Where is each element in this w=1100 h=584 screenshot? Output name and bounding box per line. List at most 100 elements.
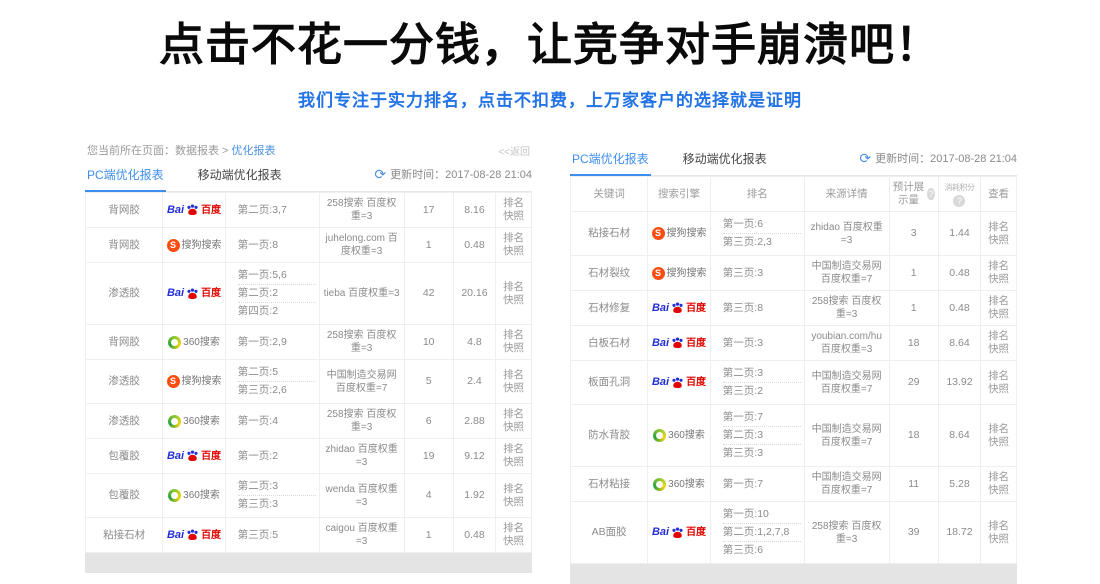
points-cell: 1.44 [939,212,981,255]
rank-cell: 第一页:7第二页:3第三页:3 [711,405,805,466]
points-cell: 0.48 [939,291,981,325]
sogou-logo: S搜狗搜索 [652,227,707,240]
keyword-cell: 石材粘接 [570,467,648,501]
sogou-logo-text: 搜狗搜索 [667,267,707,280]
view-cell: 排名快照 [496,263,532,324]
table-row: 渗透胶S搜狗搜索第二页:5第三页:2,6中国制造交易网 百度权重=752.4排名… [85,360,532,404]
rank-snapshot-link[interactable]: 排名快照 [984,330,1013,356]
rank-line: 第三页:8 [723,300,801,317]
keyword-cell: 渗透胶 [85,360,163,403]
source-cell: 258搜索 百度权重=3 [320,325,405,359]
col-source: 来源详情 [805,177,890,211]
table-row: 板面孔洞Bai百度第二页:3第三页:2中国制造交易网 百度权重=72913.92… [570,361,1017,405]
table-row: 粘接石材S搜狗搜索第一页:6第三页:2,3zhidao 百度权重=331.44排… [570,212,1017,256]
rank-snapshot-link[interactable]: 排名快照 [499,443,528,469]
keyword-cell: 粘接石材 [570,212,648,255]
baidu-paw-icon [186,204,199,216]
rank-snapshot-link[interactable]: 排名快照 [984,260,1013,286]
baidu-logo-cn: 百度 [686,376,706,389]
table-row: 石材裂纹S搜狗搜索第三页:3中国制造交易网 百度权重=710.48排名快照 [570,256,1017,291]
points-cell: 1.92 [454,474,496,517]
rank-snapshot-link[interactable]: 排名快照 [984,370,1013,396]
rank-cell: 第一页:5,6第二页:2第四页:2 [226,263,320,324]
rank-line: 第二页:3 [238,478,316,495]
pc-report-panel: 您当前所在页面：数据报表 > 优化报表 <<返回 PC端优化报表 移动端优化报表… [85,141,532,573]
rank-line: 第一页:7 [723,409,801,426]
baidu-paw-icon [671,337,684,349]
baidu-logo: Bai 百度 [652,376,706,389]
rank-snapshot-link[interactable]: 排名快照 [499,329,528,355]
source-cell: juhelong.com 百度权重=3 [320,228,405,262]
table-row: 包覆胶360搜索第二页:3第三页:3wenda 百度权重=341.92排名快照 [85,474,532,518]
update-time-2: ⟳ 更新时间：2017-08-28 21:04 [859,148,1017,166]
help-icon[interactable]: ? [953,195,965,207]
rank-snapshot-link[interactable]: 排名快照 [499,281,528,307]
rank-line: 第三页:3 [723,265,801,282]
help-icon[interactable]: ? [927,188,934,200]
table-row: 石材修复Bai百度第三页:8258搜索 百度权重=310.48排名快照 [570,291,1017,326]
col-keyword: 关键词 [570,177,648,211]
update-time: ⟳ 更新时间：2017-08-28 21:04 [374,164,532,182]
tab-pc-report[interactable]: PC端优化报表 [85,164,166,192]
360-search-logo: 360搜索 [653,429,705,442]
keyword-cell: 包覆胶 [85,474,163,517]
sogou-icon: S [652,267,665,280]
points-cell: 2.88 [454,404,496,438]
tab-mobile-report-2[interactable]: 移动端优化报表 [681,148,769,174]
keyword-cell: 石材裂纹 [570,256,648,290]
baidu-logo-text: Bai [652,337,669,350]
rank-line: 第三页:2,6 [238,381,316,399]
rank-snapshot-link[interactable]: 排名快照 [984,471,1013,497]
rank-snapshot-link[interactable]: 排名快照 [499,197,528,223]
back-link[interactable]: <<返回 [498,143,530,158]
baidu-logo-text: Bai [652,376,669,389]
view-cell: 排名快照 [981,326,1017,360]
engine-cell: S搜狗搜索 [163,228,226,262]
rank-snapshot-link[interactable]: 排名快照 [984,520,1013,546]
rank-line: 第一页:8 [238,237,316,254]
keyword-cell: 白板石材 [570,326,648,360]
points-cell: 0.48 [454,518,496,552]
refresh-icon-2[interactable]: ⟳ [859,152,871,164]
points-cell: 13.92 [939,361,981,404]
points-cell: 4.8 [454,325,496,359]
page-title: 点击不花一分钱，让竞争对手崩溃吧！ [0,8,1100,73]
engine-cell: 360搜索 [163,325,226,359]
impressions-cell: 11 [890,467,939,501]
rank-cell: 第一页:10第二页:1,2,7,8第三页:6 [711,502,805,563]
rank-snapshot-link[interactable]: 排名快照 [499,408,528,434]
source-cell: zhidao 百度权重=3 [805,212,890,255]
rank-cell: 第二页:3第三页:2 [711,361,805,404]
tab-pc-report-2[interactable]: PC端优化报表 [570,148,651,176]
baidu-logo-text: Bai [652,526,669,539]
sogou-logo-text: 搜狗搜索 [182,239,222,252]
rank-line: 第二页:1,2,7,8 [723,523,801,541]
engine-cell: Bai 百度 [648,361,711,404]
rank-snapshot-link[interactable]: 排名快照 [499,522,528,548]
sogou-logo: S搜狗搜索 [167,239,222,252]
view-cell: 排名快照 [496,360,532,403]
source-cell: 258搜索 百度权重=3 [805,502,890,563]
rank-snapshot-link[interactable]: 排名快照 [499,483,528,509]
rank-cell: 第一页:2 [226,439,320,473]
keyword-cell: 背网胶 [85,325,163,359]
table-row: 包覆胶Bai百度第一页:2zhidao 百度权重=3199.12排名快照 [85,439,532,474]
rank-line: 第三页:5 [238,527,316,544]
rank-snapshot-link[interactable]: 排名快照 [499,369,528,395]
refresh-icon[interactable]: ⟳ [374,168,386,180]
baidu-paw-icon [186,450,199,462]
rank-snapshot-link[interactable]: 排名快照 [984,221,1013,247]
table-row: 渗透胶360搜索第一页:4258搜索 百度权重=362.88排名快照 [85,404,532,439]
source-cell: 中国制造交易网 百度权重=7 [805,467,890,501]
table-row: 粘接石材Bai百度第三页:5caigou 百度权重=310.48排名快照 [85,518,532,553]
rank-snapshot-link[interactable]: 排名快照 [984,295,1013,321]
tab-mobile-report[interactable]: 移动端优化报表 [196,164,284,190]
rank-snapshot-link[interactable]: 排名快照 [984,423,1013,449]
sogou-logo-text: 搜狗搜索 [667,227,707,240]
keyword-cell: 渗透胶 [85,263,163,324]
view-cell: 排名快照 [981,256,1017,290]
baidu-paw-icon [671,527,684,539]
breadcrumb-current-link[interactable]: 优化报表 [232,145,276,157]
rank-snapshot-link[interactable]: 排名快照 [499,232,528,258]
view-cell: 排名快照 [981,467,1017,501]
